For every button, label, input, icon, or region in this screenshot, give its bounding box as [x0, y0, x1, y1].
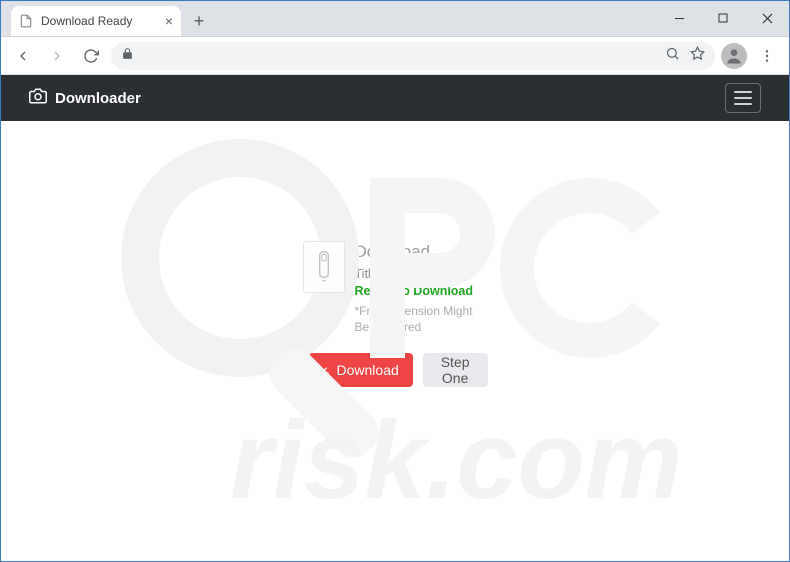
tab-favicon [19, 14, 33, 28]
lock-icon [121, 47, 134, 65]
step-one-button-label: Step One [437, 354, 474, 386]
back-button[interactable] [9, 42, 37, 70]
browser-toolbar [1, 37, 789, 75]
profile-avatar[interactable] [721, 43, 747, 69]
extension-note: *Free Extension Might Be Required [355, 303, 488, 335]
new-tab-button[interactable]: + [185, 7, 213, 35]
file-icon [303, 241, 345, 293]
search-icon[interactable] [665, 46, 680, 66]
window-controls [657, 0, 789, 36]
step-one-button[interactable]: Step One [423, 353, 488, 387]
brand-logo[interactable]: Downloader [29, 87, 141, 109]
browser-menu-button[interactable] [753, 42, 781, 70]
forward-button[interactable] [43, 42, 71, 70]
download-button-label: Download [337, 362, 399, 378]
minimize-button[interactable] [657, 0, 701, 36]
camera-icon [29, 87, 47, 109]
maximize-button[interactable] [701, 0, 745, 36]
close-icon[interactable]: × [165, 14, 173, 28]
download-button[interactable]: Download [303, 353, 413, 387]
reload-button[interactable] [77, 42, 105, 70]
file-summary: Download Title Your File Is Ready To Dow… [303, 241, 488, 335]
title-label: Title [355, 267, 378, 281]
page-viewport: risk.com Downloader [1, 75, 789, 561]
site-header: Downloader [1, 75, 789, 121]
download-card: Download Title Your File Is Ready To Dow… [303, 241, 488, 387]
tab-title: Download Ready [41, 14, 157, 28]
card-heading: Download [355, 241, 488, 264]
brand-name: Downloader [55, 90, 141, 107]
close-window-button[interactable] [745, 0, 789, 36]
browser-tab[interactable]: Download Ready × [11, 6, 181, 36]
bookmark-star-icon[interactable] [690, 46, 705, 66]
svg-text:risk.com: risk.com [230, 399, 682, 522]
menu-button[interactable] [725, 83, 761, 113]
main-content: Download Title Your File Is Ready To Dow… [1, 121, 789, 387]
browser-titlebar: Download Ready × + [1, 1, 789, 37]
download-icon [317, 362, 331, 379]
address-bar[interactable] [111, 42, 715, 70]
